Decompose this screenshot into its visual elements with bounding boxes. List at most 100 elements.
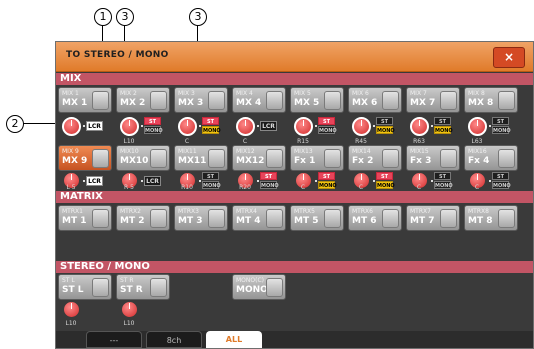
mono-button-mix-2[interactable]: MONO: [144, 126, 163, 134]
mix-row2-tile-15[interactable]: MIX15 Fx 3: [406, 145, 460, 171]
stereo-l-tile[interactable]: ST L ST L: [58, 274, 112, 300]
tab-all[interactable]: ALL: [206, 331, 262, 348]
pan-label-mix-13: C: [300, 184, 306, 191]
pan-knob-mix-6[interactable]: [352, 117, 371, 136]
mix-row2-tile-11[interactable]: MIX11 MX11: [174, 145, 228, 171]
mix-row1-tile-2-toggle[interactable]: [150, 91, 167, 110]
mix-row1-tile-8[interactable]: MIX 8 MX 8: [464, 87, 518, 113]
mix-row1-tile-1[interactable]: MIX 1 MX 1: [58, 87, 112, 113]
lcr-button-mix-4[interactable]: LCR: [260, 121, 277, 131]
matrix-tile-3-toggle[interactable]: [208, 209, 225, 228]
matrix-tile-7-toggle[interactable]: [440, 209, 457, 228]
pan-knob-mix-3[interactable]: [178, 117, 197, 136]
mix-row1-tile-2[interactable]: MIX 2 MX 2: [116, 87, 170, 113]
mix-row2-tile-11-toggle[interactable]: [208, 149, 225, 168]
mono-button-mix-11[interactable]: MONO: [202, 181, 221, 189]
mix-row2-tile-12-toggle[interactable]: [266, 149, 283, 168]
mono-button-mix-14[interactable]: MONO: [376, 181, 395, 189]
stereo-l-tile-toggle[interactable]: [92, 278, 109, 297]
pan-knob-mix-7[interactable]: [410, 117, 429, 136]
st-button-mix-13[interactable]: ST: [318, 172, 335, 180]
pan-knob-mix-5[interactable]: [294, 117, 313, 136]
pan-knob-st-r[interactable]: [122, 302, 137, 317]
st-button-mix-15[interactable]: ST: [434, 172, 451, 180]
mono-button-mix-16[interactable]: MONO: [492, 181, 511, 189]
matrix-tile-3[interactable]: MTRX3 MT 3: [174, 205, 228, 231]
mix-row1-tile-6[interactable]: MIX 6 MX 6: [348, 87, 402, 113]
mono-button-mix-8[interactable]: MONO: [492, 126, 511, 134]
mix-row2-tile-16-toggle[interactable]: [498, 149, 515, 168]
st-button-mix-2[interactable]: ST: [144, 117, 161, 125]
stereo-r-tile-toggle[interactable]: [150, 278, 167, 297]
mix-row2-tile-13-toggle[interactable]: [324, 149, 341, 168]
lcr-button-mix-1[interactable]: LCR: [86, 121, 103, 131]
tab-none[interactable]: ---: [86, 331, 142, 348]
mono-button-mix-6[interactable]: MONO: [376, 126, 395, 134]
mono-button-mix-5[interactable]: MONO: [318, 126, 337, 134]
matrix-tile-1-toggle[interactable]: [92, 209, 109, 228]
st-button-mix-12[interactable]: ST: [260, 172, 277, 180]
matrix-tile-7[interactable]: MTRX7 MT 7: [406, 205, 460, 231]
mix-row2-tile-15-toggle[interactable]: [440, 149, 457, 168]
pan-label-mix-14: C: [358, 184, 364, 191]
st-button-mix-8[interactable]: ST: [492, 117, 509, 125]
st-button-mix-7[interactable]: ST: [434, 117, 451, 125]
matrix-tile-4[interactable]: MTRX4 MT 4: [232, 205, 286, 231]
mix-row2-tile-10[interactable]: MIX10 MX10: [116, 145, 170, 171]
close-button[interactable]: ×: [493, 47, 525, 68]
mix-row2-tile-9-toggle[interactable]: [92, 149, 109, 168]
mix-row2-tile-12[interactable]: MIX12 MX12: [232, 145, 286, 171]
mix-row1-tile-7[interactable]: MIX 7 MX 7: [406, 87, 460, 113]
mix-row2-tile-10-label: MX10: [120, 156, 149, 166]
assign-dot: [199, 180, 201, 182]
mix-row1-tile-3-toggle[interactable]: [208, 91, 225, 110]
pan-knob-mix-1[interactable]: [62, 117, 81, 136]
matrix-tile-6-toggle[interactable]: [382, 209, 399, 228]
pan-knob-mix-4[interactable]: [236, 117, 255, 136]
st-button-mix-3[interactable]: ST: [202, 117, 219, 125]
matrix-tile-5-toggle[interactable]: [324, 209, 341, 228]
mix-row1-tile-3[interactable]: MIX 3 MX 3: [174, 87, 228, 113]
mix-row1-tile-8-toggle[interactable]: [498, 91, 515, 110]
matrix-tile-8[interactable]: MTRX8 MT 8: [464, 205, 518, 231]
mono-button-mix-7[interactable]: MONO: [434, 126, 453, 134]
matrix-tile-2-toggle[interactable]: [150, 209, 167, 228]
mix-row1-tile-5[interactable]: MIX 5 MX 5: [290, 87, 344, 113]
mix-row2-tile-16[interactable]: MIX16 Fx 4: [464, 145, 518, 171]
matrix-tile-4-toggle[interactable]: [266, 209, 283, 228]
st-button-mix-16[interactable]: ST: [492, 172, 509, 180]
pan-knob-mix-8[interactable]: [468, 117, 487, 136]
st-button-mix-14[interactable]: ST: [376, 172, 393, 180]
st-button-mix-11[interactable]: ST: [202, 172, 219, 180]
mix-row1-tile-4[interactable]: MIX 4 MX 4: [232, 87, 286, 113]
mono-c-tile[interactable]: MONO(C) MONO: [232, 274, 286, 300]
matrix-tile-2[interactable]: MTRX2 MT 2: [116, 205, 170, 231]
mix-row2-tile-14-toggle[interactable]: [382, 149, 399, 168]
mono-c-tile-toggle[interactable]: [266, 278, 283, 297]
matrix-tile-1[interactable]: MTRX1 MT 1: [58, 205, 112, 231]
mix-row1-tile-1-toggle[interactable]: [92, 91, 109, 110]
matrix-tile-6[interactable]: MTRX6 MT 6: [348, 205, 402, 231]
matrix-tile-8-toggle[interactable]: [498, 209, 515, 228]
mono-button-mix-15[interactable]: MONO: [434, 181, 453, 189]
lcr-button-mix-10[interactable]: LCR: [144, 176, 161, 186]
mix-row2-tile-13[interactable]: MIX13 Fx 1: [290, 145, 344, 171]
lcr-button-mix-9[interactable]: LCR: [86, 176, 103, 186]
mono-button-mix-12[interactable]: MONO: [260, 181, 279, 189]
mix-row2-tile-10-toggle[interactable]: [150, 149, 167, 168]
mix-row1-tile-6-toggle[interactable]: [382, 91, 399, 110]
pan-knob-mix-2[interactable]: [120, 117, 139, 136]
st-button-mix-5[interactable]: ST: [318, 117, 335, 125]
mono-button-mix-13[interactable]: MONO: [318, 181, 337, 189]
mix-row1-tile-4-toggle[interactable]: [266, 91, 283, 110]
mix-row1-tile-5-toggle[interactable]: [324, 91, 341, 110]
mono-button-mix-3[interactable]: MONO: [202, 126, 221, 134]
mix-row1-tile-7-toggle[interactable]: [440, 91, 457, 110]
pan-knob-st-l[interactable]: [64, 302, 79, 317]
mix-row2-tile-9[interactable]: MIX 9 MX 9: [58, 145, 112, 171]
matrix-tile-5[interactable]: MTRX5 MT 5: [290, 205, 344, 231]
tab-8ch[interactable]: 8ch: [146, 331, 202, 348]
st-button-mix-6[interactable]: ST: [376, 117, 393, 125]
stereo-r-tile[interactable]: ST R ST R: [116, 274, 170, 300]
mix-row2-tile-14[interactable]: MIX14 Fx 2: [348, 145, 402, 171]
